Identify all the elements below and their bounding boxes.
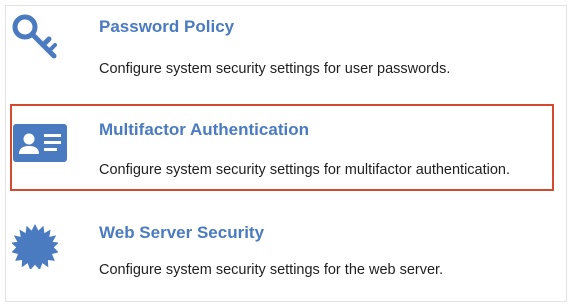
settings-item-password-policy[interactable]: Password Policy Configure system securit… (0, 0, 572, 90)
settings-item-description: Configure system security settings for t… (99, 262, 444, 278)
settings-item-web-server-security[interactable]: Web Server Security Configure system sec… (0, 206, 572, 296)
id-card-icon (13, 124, 67, 162)
settings-item-title[interactable]: Web Server Security (99, 223, 264, 243)
settings-item-title[interactable]: Password Policy (99, 17, 234, 37)
seal-badge-icon (12, 224, 58, 269)
settings-item-description: Configure system security settings for m… (99, 162, 511, 178)
key-icon (12, 14, 57, 59)
settings-item-title[interactable]: Multifactor Authentication (99, 120, 309, 140)
settings-item-multifactor-authentication[interactable]: Multifactor Authentication Configure sys… (0, 103, 572, 193)
settings-item-description: Configure system security settings for u… (99, 61, 451, 77)
